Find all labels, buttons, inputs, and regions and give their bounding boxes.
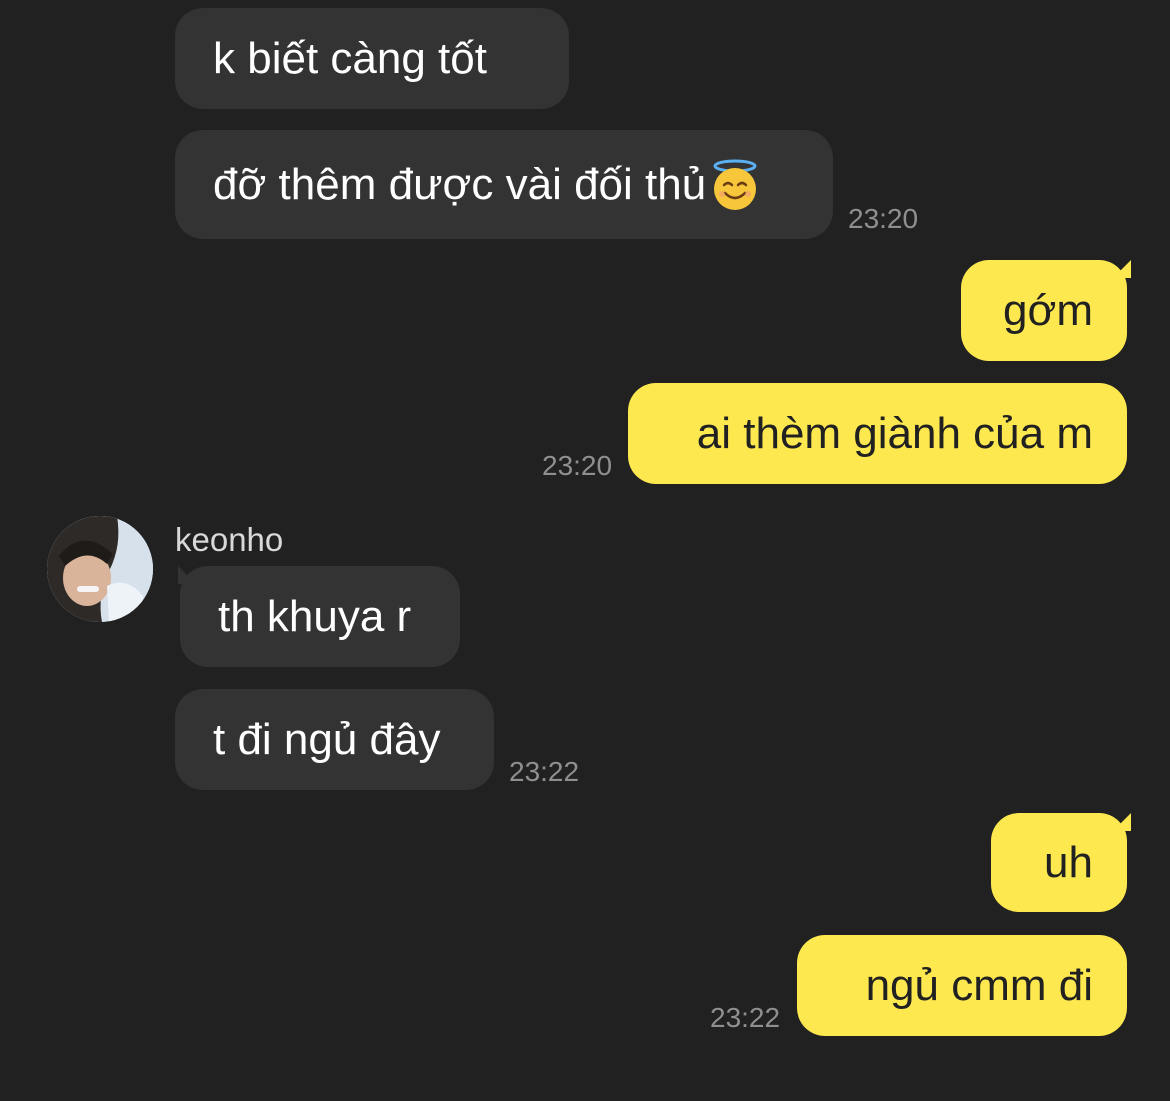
bubble-tail xyxy=(1113,260,1131,278)
outgoing-message[interactable]: ai thèm giành của m xyxy=(628,383,1127,484)
message-text: k biết càng tốt xyxy=(213,33,487,83)
bubble-tail xyxy=(1113,813,1131,831)
message-text: th khuya r xyxy=(218,591,412,641)
message-timestamp: 23:22 xyxy=(710,1002,781,1033)
outgoing-message[interactable]: gớm xyxy=(961,260,1127,361)
smiling-face-with-halo-icon xyxy=(713,159,757,210)
message-text: uh xyxy=(1044,837,1093,887)
message-text: ngủ cmm đi xyxy=(865,960,1093,1010)
avatar[interactable] xyxy=(47,516,153,622)
message-text: ai thèm giành của m xyxy=(696,408,1093,458)
outgoing-message[interactable]: uh xyxy=(991,813,1127,912)
chat-thread: k biết càng tốt đỡ thêm được vài đối thủ… xyxy=(0,0,1170,1101)
outgoing-message[interactable]: ngủ cmm đi xyxy=(797,935,1127,1036)
message-text: t đi ngủ đây xyxy=(213,714,441,764)
sender-name: keonho xyxy=(175,521,284,558)
incoming-message[interactable]: đỡ thêm được vài đối thủ xyxy=(175,130,833,239)
message-timestamp: 23:22 xyxy=(509,756,580,787)
incoming-message[interactable]: th khuya r xyxy=(180,566,460,667)
message-timestamp: 23:20 xyxy=(542,450,613,481)
avatar-photo-icon xyxy=(47,516,153,622)
message-timestamp: 23:20 xyxy=(848,203,919,234)
incoming-message[interactable]: k biết càng tốt xyxy=(175,8,569,109)
message-text: gớm xyxy=(1003,285,1093,335)
incoming-message[interactable]: t đi ngủ đây xyxy=(175,689,494,790)
message-text: đỡ thêm được vài đối thủ xyxy=(213,159,707,209)
